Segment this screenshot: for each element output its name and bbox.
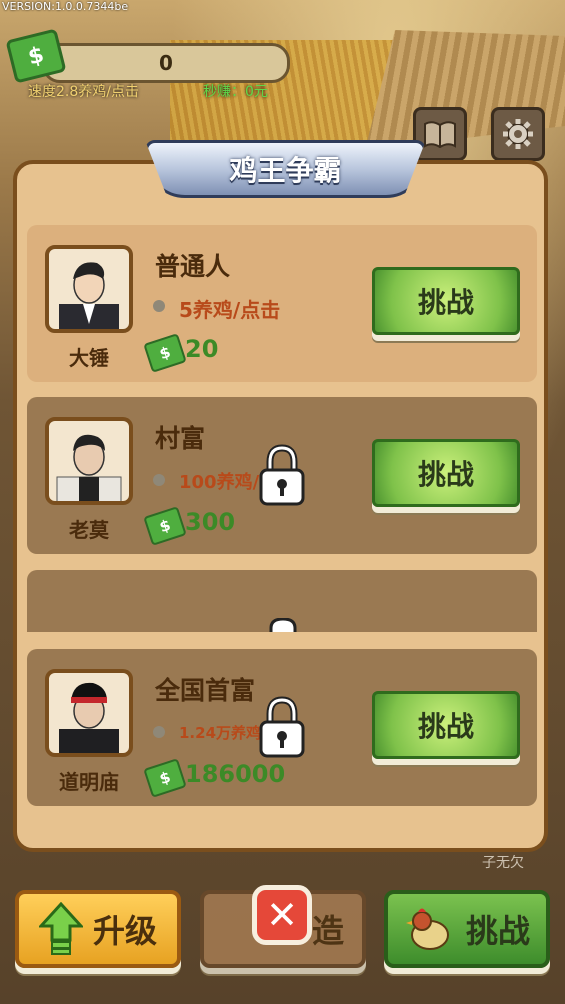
rival-card-hidden	[27, 570, 537, 632]
build-label: 造	[311, 912, 344, 950]
rival-title: 普通人	[155, 252, 231, 281]
rival-cost: 20	[185, 335, 219, 363]
income-label: 秒赚：0元	[203, 84, 268, 100]
lock-icon	[259, 696, 305, 758]
rival-rate: 100养鸡/	[179, 472, 260, 493]
rival-name: 道明庙	[59, 770, 119, 794]
watermark: 子无欠	[482, 855, 524, 871]
money-icon: $	[143, 758, 187, 798]
rival-portrait	[45, 417, 133, 505]
bullet-dot	[153, 474, 165, 486]
upgrade-button[interactable]: 升级	[15, 890, 181, 968]
rival-cost: 186000	[185, 760, 286, 788]
bullet-dot	[153, 300, 165, 312]
lock-icon	[269, 618, 297, 632]
challenge-button[interactable]: 挑战	[372, 691, 520, 759]
rival-cost: 300	[185, 508, 236, 536]
book-icon	[424, 121, 456, 148]
version-label: VERSION:1.0.0.7344be	[2, 0, 129, 13]
dialog-title: 鸡王争霸	[145, 140, 426, 198]
rival-card-2: 老莫 村富 100养鸡/ $ 300 挑战	[27, 397, 537, 554]
upgrade-label: 升级	[92, 912, 157, 950]
rival-title: 全国首富	[155, 676, 256, 705]
rival-portrait	[45, 669, 133, 757]
close-dialog-button[interactable]: ✕	[252, 885, 312, 945]
money-icon: $	[143, 333, 187, 373]
rival-name: 老莫	[69, 518, 109, 542]
challenge-button[interactable]: 挑战	[372, 267, 520, 335]
gear-icon	[503, 119, 533, 149]
chicken-icon	[405, 908, 449, 950]
speed-label: 速度2.8养鸡/点击	[28, 84, 139, 100]
money-icon: $	[143, 506, 187, 546]
bullet-dot	[153, 726, 165, 738]
lock-icon	[259, 444, 305, 506]
challenge-label: 挑战	[465, 912, 530, 950]
challenge-button[interactable]: 挑战	[372, 439, 520, 507]
up-arrow-icon	[38, 902, 83, 955]
rival-card-1: 大锤 普通人 5养鸡/点击 $ 20 挑战	[27, 225, 537, 382]
scroll-gap	[27, 632, 537, 650]
coin-counter: 0	[42, 43, 290, 83]
bottom-challenge-button[interactable]: 挑战	[384, 890, 550, 968]
settings-button[interactable]	[491, 107, 545, 161]
book-button[interactable]	[413, 107, 467, 161]
close-icon: ✕	[266, 893, 298, 937]
rival-rate: 1.24万养鸡/	[179, 724, 267, 742]
rival-card-3: 道明庙 全国首富 1.24万养鸡/ $ 186000 挑战	[27, 649, 537, 806]
coin-value: 0	[159, 51, 173, 75]
rival-portrait	[45, 245, 133, 333]
rival-title: 村富	[155, 424, 206, 453]
rival-rate: 5养鸡/点击	[179, 298, 281, 322]
rival-name: 大锤	[69, 346, 109, 370]
